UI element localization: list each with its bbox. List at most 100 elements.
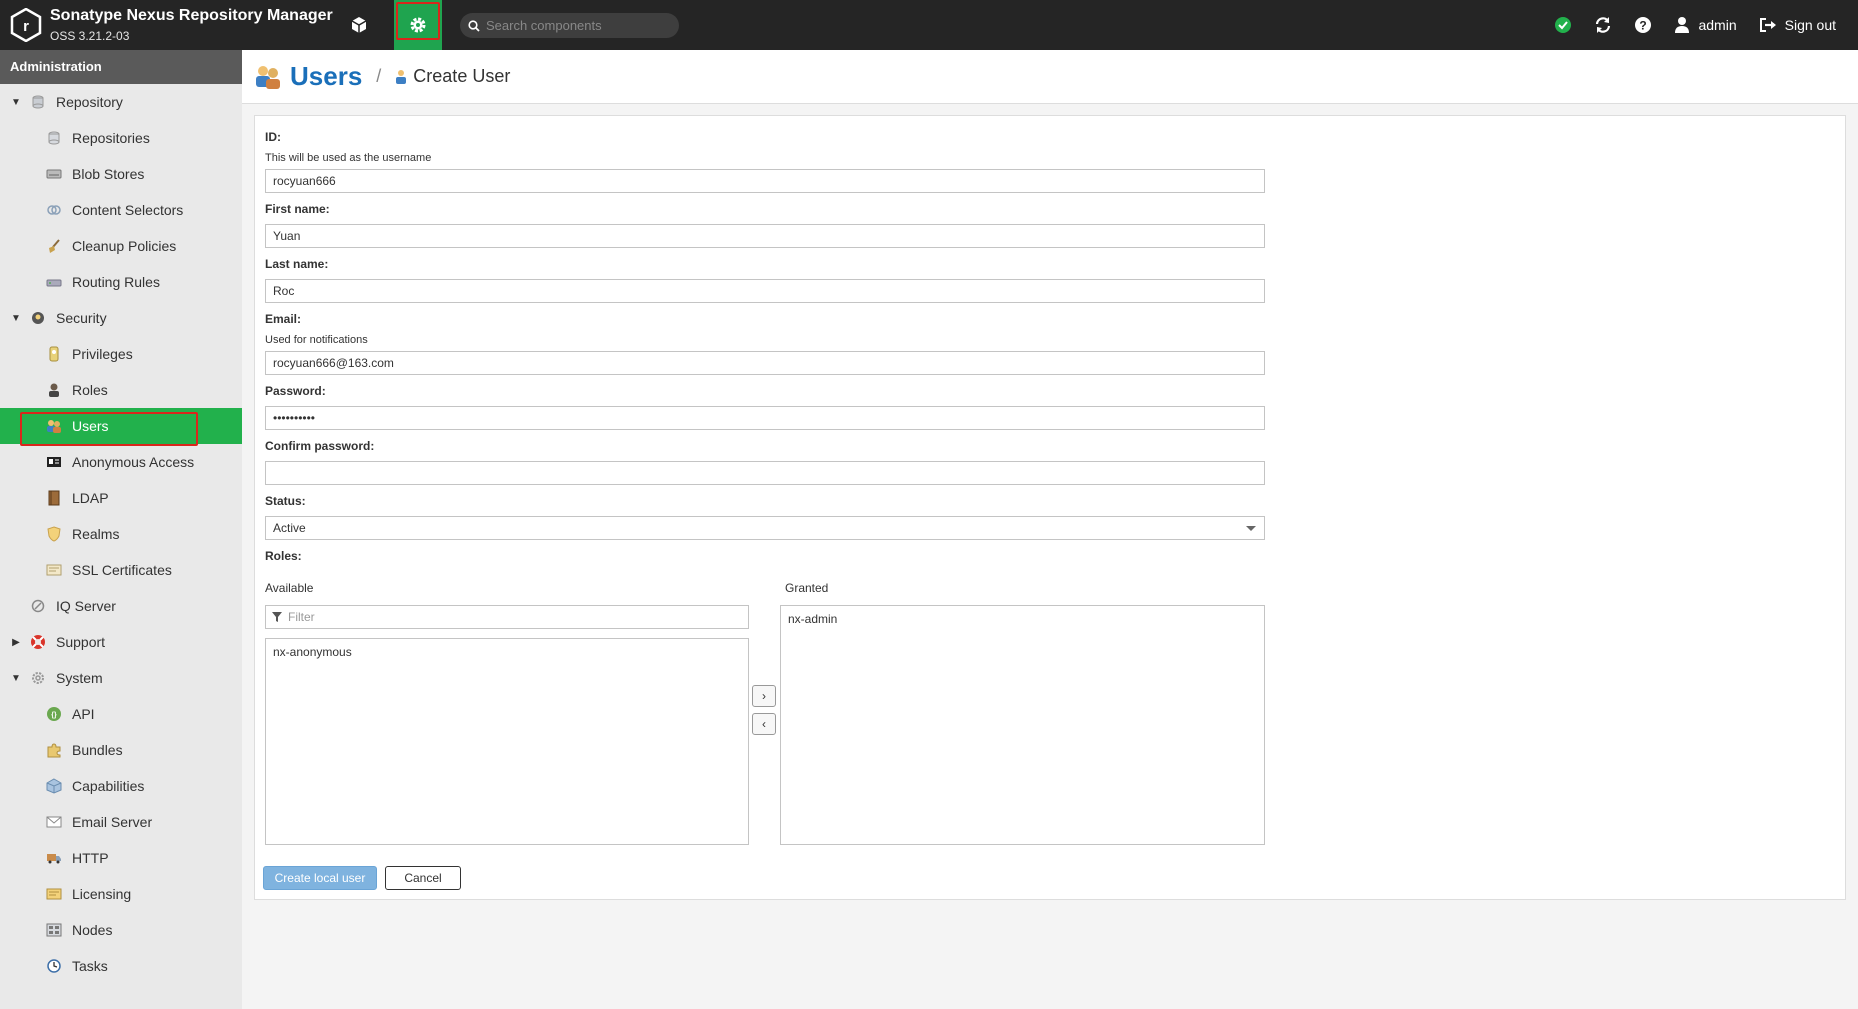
content-selector-icon [46,202,62,218]
clock-icon [46,958,62,974]
user-icon [396,69,407,84]
cancel-button[interactable]: Cancel [385,866,461,890]
lifebuoy-icon [30,634,46,650]
id-label: ID: [265,130,281,144]
expand-toggle-icon[interactable]: ▶ [10,637,22,648]
database-icon [30,94,46,110]
license-icon [46,886,62,902]
sidebar-item-ldap[interactable]: LDAP [0,480,242,516]
sidebar-item-tasks[interactable]: Tasks [0,948,242,984]
available-roles-title: Available [265,581,314,595]
admin-sidebar: Administration ▼ Repository Repositories… [0,50,242,1009]
sidebar-item-users[interactable]: Users [0,408,242,446]
book-icon [46,490,62,506]
status-select[interactable]: Active [265,516,1265,540]
badge-icon [46,346,62,362]
email-help-text: Used for notifications [265,334,368,346]
confirm-password-field[interactable] [265,461,1265,485]
last-name-label: Last name: [265,257,329,271]
role-filter-input[interactable] [288,610,728,624]
list-item[interactable]: nx-admin [781,606,1264,628]
cube-icon [46,778,62,794]
breadcrumb-users-link[interactable]: Users [290,61,362,92]
sidebar-item-label: Support [56,634,106,650]
sidebar-item-email-server[interactable]: Email Server [0,804,242,840]
svg-text:r: r [23,18,29,35]
refresh-icon [1596,17,1611,33]
sidebar-item-repositories[interactable]: Repositories [0,120,242,156]
sign-out-button[interactable]: Sign out [1759,17,1836,33]
first-name-field[interactable]: Yuan [265,224,1265,248]
sidebar-item-label: API [72,706,95,722]
sidebar-item-capabilities[interactable]: Capabilities [0,768,242,804]
available-roles-list[interactable]: nx-anonymous [265,638,749,845]
expand-toggle-icon[interactable]: ▼ [10,673,22,684]
granted-roles-list[interactable]: nx-admin [780,605,1265,845]
highlight-box [396,2,440,40]
sidebar-item-bundles[interactable]: Bundles [0,732,242,768]
check-circle-icon [1555,17,1572,33]
sidebar-item-privileges[interactable]: Privileges [0,336,242,372]
search-box[interactable] [460,13,679,38]
sidebar-item-label: Anonymous Access [72,454,195,470]
remove-role-button[interactable]: ‹ [752,713,776,735]
sidebar-item-routing-rules[interactable]: Routing Rules [0,264,242,300]
user-icon [1675,17,1690,33]
email-field[interactable]: rocyuan666@163.com [265,351,1265,375]
nexus-logo-icon: r [10,8,42,42]
main-content: Users / Create User ID: This will be use… [242,50,1858,1009]
create-local-user-button[interactable]: Create local user [263,866,377,890]
sidebar-item-label: LDAP [72,490,109,506]
sidebar-item-http[interactable]: HTTP [0,840,242,876]
sidebar-item-nodes[interactable]: Nodes [0,912,242,948]
sidebar-item-repository[interactable]: ▼ Repository [0,84,242,120]
granted-roles-title: Granted [785,581,829,595]
sidebar-item-label: Content Selectors [72,202,184,218]
sidebar-item-system[interactable]: ▼ System [0,660,242,696]
sidebar-item-label: Blob Stores [72,166,145,182]
role-filter[interactable] [265,605,749,629]
sidebar-item-content-selectors[interactable]: Content Selectors [0,192,242,228]
users-icon [256,65,280,89]
search-input[interactable] [486,18,666,33]
refresh-button[interactable] [1594,16,1612,34]
sidebar-item-realms[interactable]: Realms [0,516,242,552]
sidebar-item-ssl-certificates[interactable]: SSL Certificates [0,552,242,588]
app-version: OSS 3.21.2-03 [50,29,130,43]
expand-toggle-icon[interactable]: ▼ [10,313,22,324]
add-role-button[interactable]: › [752,685,776,707]
sidebar-header: Administration [0,50,242,84]
sidebar-item-label: Privileges [72,346,133,362]
gear-icon [30,670,46,686]
user-menu-button[interactable]: admin [1674,16,1737,34]
sidebar-item-label: Nodes [72,922,113,938]
filter-icon [272,612,282,622]
id-help-text: This will be used as the username [265,152,432,164]
sidebar-item-cleanup-policies[interactable]: Cleanup Policies [0,228,242,264]
first-name-label: First name: [265,202,330,216]
list-item[interactable]: nx-anonymous [266,639,748,661]
administration-button[interactable] [394,0,442,50]
id-field[interactable]: rocyuan666 [265,169,1265,193]
sidebar-item-label: Repositories [72,130,150,146]
sidebar-item-iq-server[interactable]: IQ Server [0,588,242,624]
sidebar-item-label: Cleanup Policies [72,238,177,254]
sidebar-item-security[interactable]: ▼ Security [0,300,242,336]
sidebar-item-roles[interactable]: Roles [0,372,242,408]
search-icon [468,19,480,32]
header-actions: ? admin Sign out [1554,0,1858,50]
password-field[interactable]: •••••••••• [265,406,1265,430]
sidebar-item-api[interactable]: {} API [0,696,242,732]
sidebar-item-label: Licensing [72,886,132,902]
sidebar-item-licensing[interactable]: Licensing [0,876,242,912]
expand-toggle-icon[interactable]: ▼ [10,97,22,108]
last-name-field[interactable]: Roc [265,279,1265,303]
help-button[interactable]: ? [1634,16,1652,34]
api-icon: {} [46,706,62,722]
sidebar-item-anonymous-access[interactable]: Anonymous Access [0,444,242,480]
sidebar-item-blob-stores[interactable]: Blob Stores [0,156,242,192]
browse-button[interactable] [344,12,374,38]
system-status-button[interactable] [1554,16,1572,34]
sidebar-item-support[interactable]: ▶ Support [0,624,242,660]
id-card-icon [46,454,62,470]
